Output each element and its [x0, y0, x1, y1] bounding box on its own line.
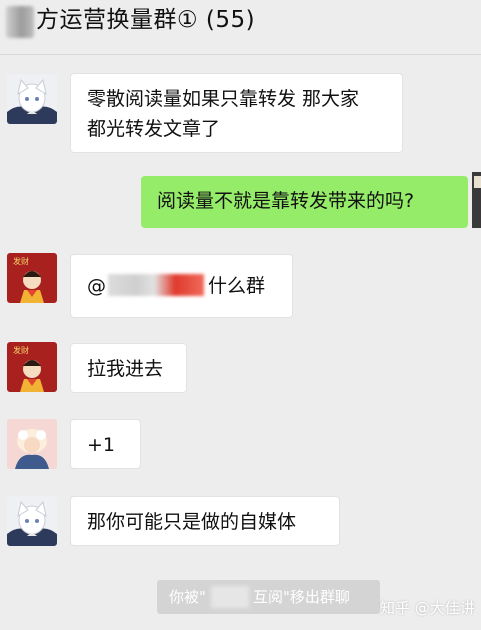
- message-line: 零散阅读量如果只靠转发 那大家: [87, 88, 360, 110]
- redacted-title-prefix: [6, 6, 34, 38]
- chat-header: 方运营换量群① (55): [0, 0, 481, 55]
- avatar-badge: 发财: [13, 256, 29, 266]
- message-text: 拉我进去: [87, 358, 164, 380]
- pink-girl-avatar[interactable]: [7, 419, 57, 469]
- message-text: 什么群: [208, 275, 266, 297]
- message-bubble[interactable]: +1: [70, 419, 141, 469]
- watermark: 知乎 @大佳讲: [380, 599, 475, 617]
- message-bubble[interactable]: 那你可能只是做的自媒体: [70, 496, 340, 546]
- message-text: 那你可能只是做的自媒体: [87, 511, 297, 533]
- avatar-badge: 发财: [13, 345, 29, 355]
- message-bubble[interactable]: @ 什么群: [70, 254, 293, 318]
- system-notice-part2: 互阅"移出群聊: [253, 588, 350, 606]
- mention-at: @: [87, 275, 106, 297]
- system-notice-part1: 你被": [169, 588, 206, 606]
- cat-boy-avatar[interactable]: [7, 74, 57, 124]
- message-text: 阅读量不就是靠转发带来的吗?: [157, 190, 415, 212]
- lucky-red-avatar[interactable]: 发财: [7, 342, 57, 392]
- redacted-group-name: [211, 586, 249, 608]
- cat-boy-avatar[interactable]: [7, 496, 57, 546]
- message-text: +1: [87, 434, 116, 456]
- redacted-mention: [108, 274, 204, 296]
- message-bubble[interactable]: 拉我进去: [70, 343, 187, 393]
- lucky-red-avatar[interactable]: 发财: [7, 253, 57, 303]
- chat-title[interactable]: 方运营换量群① (55): [36, 4, 255, 36]
- message-line: 都光转发文章了: [87, 118, 221, 140]
- system-notice: 你被" 互阅"移出群聊: [157, 580, 380, 614]
- message-bubble[interactable]: 零散阅读量如果只靠转发 那大家 都光转发文章了: [70, 73, 403, 153]
- self-message-bubble[interactable]: 阅读量不就是靠转发带来的吗?: [141, 176, 468, 228]
- self-avatar[interactable]: [472, 172, 481, 228]
